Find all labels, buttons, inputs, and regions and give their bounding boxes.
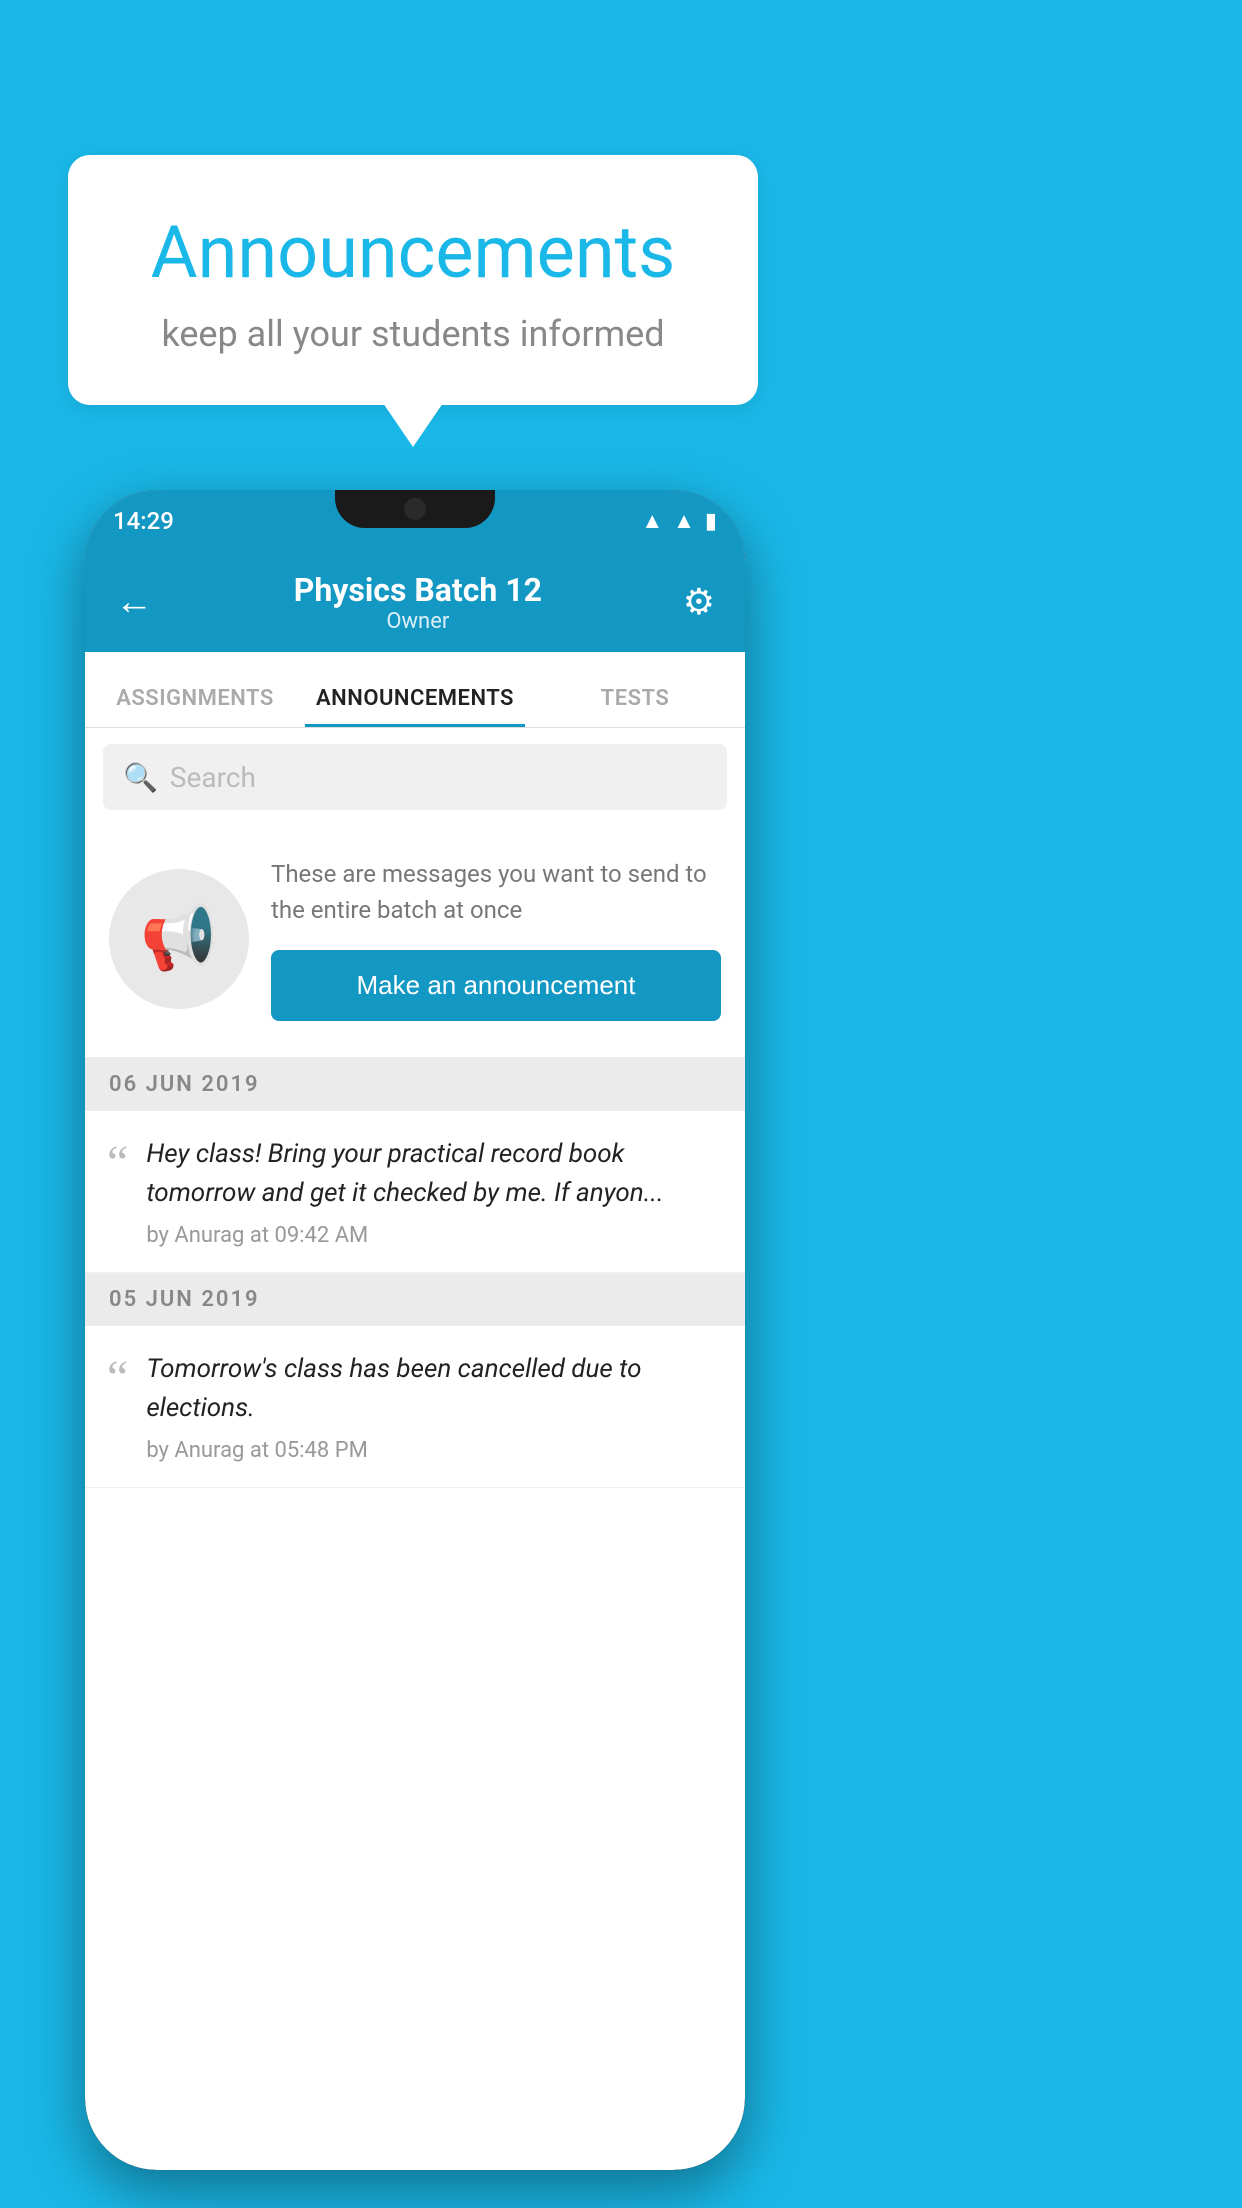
- toolbar-subtitle: Owner: [161, 609, 675, 634]
- toolbar-title: Physics Batch 12: [161, 571, 675, 609]
- date-separator-1: 06 JUN 2019: [85, 1058, 745, 1111]
- announcement-message-2: Tomorrow's class has been cancelled due …: [146, 1350, 723, 1428]
- promo-icon-circle: 📢: [109, 869, 249, 1009]
- battery-icon: ▮: [705, 509, 717, 534]
- signal-icon: ▲: [673, 508, 695, 534]
- tab-announcements[interactable]: ANNOUNCEMENTS: [305, 686, 525, 727]
- megaphone-icon: 📢: [140, 902, 217, 975]
- search-icon: 🔍: [123, 761, 158, 794]
- announcement-item-1[interactable]: “ Hey class! Bring your practical record…: [85, 1111, 745, 1273]
- toolbar-title-group: Physics Batch 12 Owner: [161, 571, 675, 634]
- search-bar[interactable]: 🔍 Search: [103, 744, 727, 810]
- announcement-item-2[interactable]: “ Tomorrow's class has been cancelled du…: [85, 1326, 745, 1488]
- promo-description: These are messages you want to send to t…: [271, 856, 721, 928]
- toolbar: ← Physics Batch 12 Owner ⚙: [85, 552, 745, 652]
- quote-icon-1: “: [107, 1139, 128, 1187]
- quote-icon-2: “: [107, 1354, 128, 1402]
- promo-card: 📢 These are messages you want to send to…: [85, 826, 745, 1058]
- announcement-meta-1: by Anurag at 09:42 AM: [146, 1223, 723, 1248]
- wifi-icon: ▲: [641, 508, 663, 534]
- bubble-subtitle: keep all your students informed: [118, 313, 708, 355]
- search-container: 🔍 Search: [85, 728, 745, 826]
- promo-content: These are messages you want to send to t…: [271, 856, 721, 1021]
- notch: [335, 490, 495, 528]
- announcement-message-1: Hey class! Bring your practical record b…: [146, 1135, 723, 1213]
- announcement-text-2: Tomorrow's class has been cancelled due …: [146, 1350, 723, 1463]
- status-time: 14:29: [113, 507, 174, 535]
- phone-frame: 14:29 ▲ ▲ ▮ ← Physics Batch 12 Owner ⚙ A…: [85, 490, 745, 2170]
- announcement-text-1: Hey class! Bring your practical record b…: [146, 1135, 723, 1248]
- status-icons: ▲ ▲ ▮: [641, 508, 717, 534]
- announcement-meta-2: by Anurag at 05:48 PM: [146, 1438, 723, 1463]
- tab-bar: ASSIGNMENTS ANNOUNCEMENTS TESTS: [85, 652, 745, 728]
- speech-bubble: Announcements keep all your students inf…: [68, 155, 758, 405]
- date-separator-2: 05 JUN 2019: [85, 1273, 745, 1326]
- bubble-title: Announcements: [118, 210, 708, 295]
- make-announcement-button[interactable]: Make an announcement: [271, 950, 721, 1021]
- back-button[interactable]: ←: [107, 572, 161, 632]
- tab-assignments[interactable]: ASSIGNMENTS: [85, 686, 305, 727]
- phone-screen: 14:29 ▲ ▲ ▮ ← Physics Batch 12 Owner ⚙ A…: [85, 490, 745, 2170]
- tab-tests[interactable]: TESTS: [525, 686, 745, 727]
- search-input[interactable]: Search: [170, 761, 256, 794]
- settings-icon[interactable]: ⚙: [675, 573, 723, 631]
- front-camera: [404, 498, 426, 520]
